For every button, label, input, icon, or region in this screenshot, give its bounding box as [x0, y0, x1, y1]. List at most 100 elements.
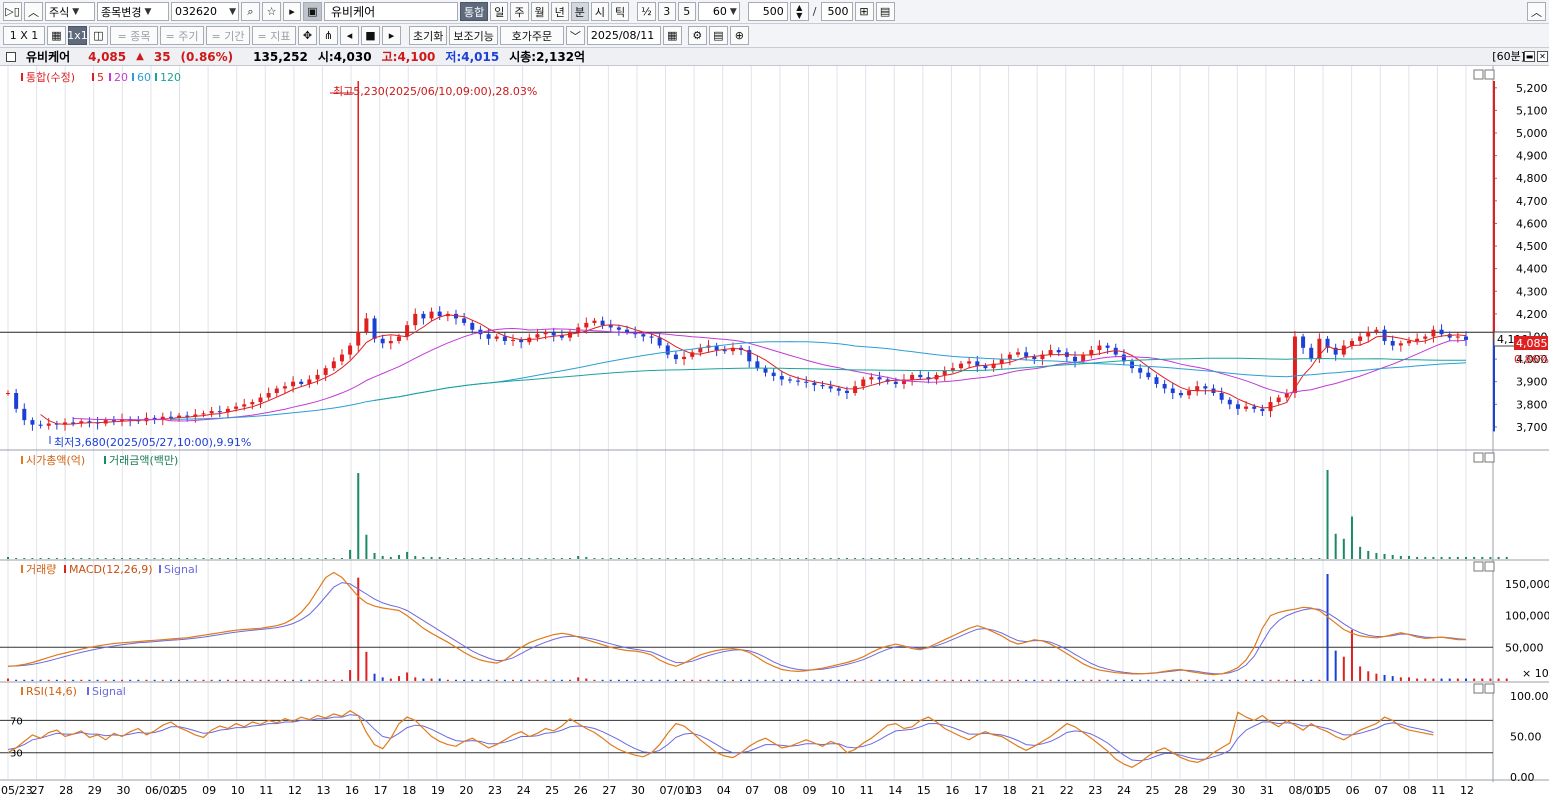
link-indicator-button[interactable]: = 지표 [252, 26, 296, 45]
add-window-icon[interactable]: ⊞ [854, 2, 874, 21]
amount-legend-label: 거래금액(백만) [109, 454, 178, 467]
chevron-up-icon[interactable]: ︿ [24, 2, 43, 21]
close-icon[interactable]: ✕ [1537, 51, 1548, 62]
star-icon[interactable]: ☆ [262, 2, 281, 21]
volume-bar [748, 679, 751, 681]
amount-bar [1318, 557, 1321, 559]
x-axis-label: 24 [1117, 784, 1131, 797]
split-layout-icon[interactable]: ◫ [89, 26, 108, 45]
search-icon[interactable]: ⌕ [241, 2, 260, 21]
stock-code-input[interactable]: 032620 ▼ [171, 2, 239, 21]
amount-bar [593, 557, 596, 559]
select-checkbox[interactable] [6, 51, 16, 62]
layout-1x1-button[interactable]: 1 X 1 [3, 26, 45, 45]
amount-bar [691, 557, 694, 559]
volume-bar [585, 678, 588, 681]
order-dropdown-icon[interactable]: ﹀ [565, 26, 585, 45]
interval-3-button[interactable]: 3 [657, 2, 676, 21]
volume-bar [1375, 673, 1378, 681]
move-icon[interactable]: ✥ [298, 26, 317, 45]
candle-body [983, 365, 988, 369]
stock-lock-icon[interactable]: ▣ [303, 2, 322, 21]
volume-bar [1407, 677, 1410, 681]
scroll-left-icon[interactable]: ◂ [340, 26, 359, 45]
candle-body [1252, 406, 1257, 409]
period-minute-tab[interactable]: 분 [570, 2, 589, 21]
amount-bar [772, 557, 775, 559]
price-axis-tick: 4,600 [1516, 217, 1548, 230]
candle-body [339, 354, 344, 362]
count-input[interactable]: 500 [747, 2, 788, 21]
candle-body [958, 363, 963, 369]
volume-bar [283, 679, 286, 681]
stop-icon[interactable]: ■ [361, 26, 380, 45]
x-axis-label: 08 [774, 784, 788, 797]
stock-name: 유비케어 [26, 50, 71, 64]
aux-function-button[interactable]: 보조기능 [449, 26, 498, 45]
market-type-select[interactable]: 주식 ▼ [45, 2, 95, 21]
single-layout-icon[interactable]: 1x1 [67, 26, 88, 45]
link-stock-button[interactable]: = 종목 [110, 26, 158, 45]
candle-body [967, 361, 972, 364]
candle-body [853, 386, 858, 394]
calendar-icon[interactable]: ▦ [662, 26, 682, 45]
date-input[interactable]: 2025/08/11 [586, 26, 661, 45]
candle-body [38, 424, 43, 426]
candle-body [1366, 331, 1371, 337]
zoom-icon[interactable]: ⊕ [729, 26, 749, 45]
amount-bar [788, 557, 791, 559]
candle-body [1349, 341, 1354, 346]
volume-bar [503, 679, 506, 681]
volume-bar [968, 679, 971, 681]
amount-bar [902, 557, 905, 559]
amount-bar [699, 557, 702, 559]
amount-bar [1481, 556, 1484, 559]
menu-icon[interactable]: ▷▯ [3, 2, 22, 21]
period-tick-tab[interactable]: 틱 [611, 2, 630, 21]
candle-body [1415, 338, 1420, 342]
period-week-tab[interactable]: 주 [510, 2, 529, 21]
period-day-tab[interactable]: 일 [490, 2, 509, 21]
volume-bar [210, 679, 213, 681]
search-mode-select[interactable]: 종목변경 ▼ [97, 2, 169, 21]
x-axis-label: 28 [1174, 784, 1188, 797]
scroll-right-icon[interactable]: ▸ [382, 26, 401, 45]
volume-bar [332, 679, 335, 681]
half-interval-button[interactable]: ½ [637, 2, 656, 21]
link-period-button[interactable]: = 주기 [160, 26, 204, 45]
stock-chart[interactable]: 통합(수정) 5 20 60 120 시가총액(억) 거래금액(백만) 거래량 … [0, 66, 1549, 802]
amount-bar [259, 557, 262, 559]
combined-mode-button[interactable]: 통합 [460, 2, 489, 21]
settings-icon[interactable]: ⚙ [687, 26, 707, 45]
expand-icon[interactable]: ▸ [283, 2, 301, 21]
grid-layout-icon[interactable]: ▦ [47, 26, 66, 45]
reset-button[interactable]: 초기화 [409, 26, 448, 45]
window-scroll-up-icon[interactable]: ︿ [1527, 2, 1546, 21]
compress-icon[interactable]: ⋔ [319, 26, 338, 45]
print-icon[interactable]: ▤ [708, 26, 728, 45]
x-axis-label: 08/01 [1288, 784, 1320, 797]
candle-body [804, 381, 809, 383]
cap-legend-label: 시가총액(억) [26, 454, 85, 467]
period-year-tab[interactable]: 년 [550, 2, 569, 21]
save-icon[interactable]: ▤ [875, 2, 895, 21]
amount-bar [1147, 557, 1150, 559]
volume-bar [992, 679, 995, 681]
period-month-tab[interactable]: 월 [530, 2, 549, 21]
order-button[interactable]: 호가주문 [499, 26, 564, 45]
candle-body [1276, 397, 1281, 403]
candle-body [1455, 336, 1460, 338]
interval-select[interactable]: 60 ▼ [697, 2, 740, 21]
count-stepper-icon[interactable]: ▲ ▼ [789, 2, 809, 21]
minimize-icon[interactable]: ▬ [1524, 51, 1535, 62]
candle-body [535, 334, 540, 338]
candle-body [348, 345, 353, 355]
period-hour-tab[interactable]: 시 [590, 2, 609, 21]
amount-bar [1228, 557, 1231, 559]
candle-body [437, 311, 442, 317]
volume-value: 135,252 [253, 49, 308, 64]
interval-5-button[interactable]: 5 [677, 2, 696, 21]
candle-body [828, 386, 833, 389]
amount-bar [731, 557, 734, 559]
link-range-button[interactable]: = 기간 [206, 26, 250, 45]
